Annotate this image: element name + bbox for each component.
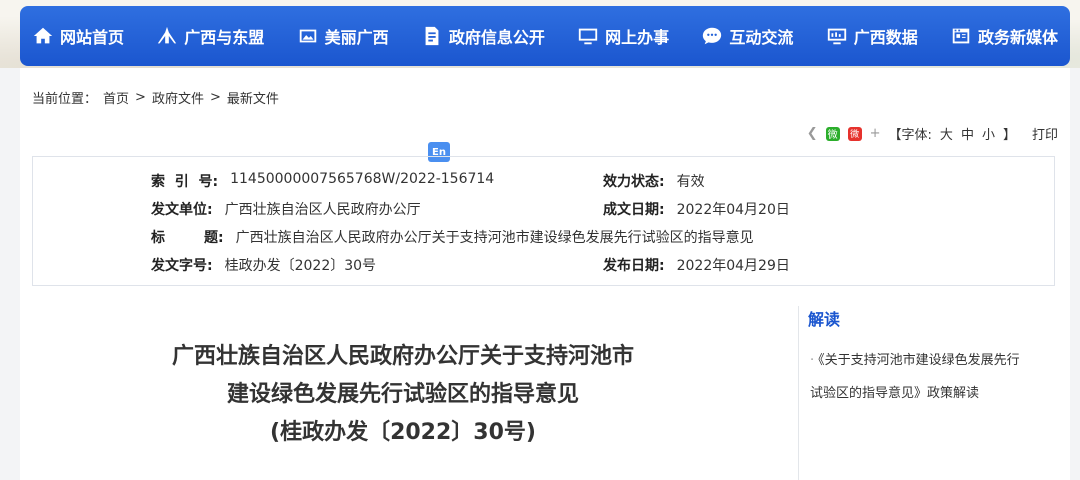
nav-item-new-media[interactable]: 政务新媒体 [950, 24, 1058, 48]
plus-icon[interactable]: + [870, 126, 881, 141]
sidebar-divider [798, 306, 799, 480]
print-button[interactable]: 打印 [1032, 124, 1058, 143]
document-title: 广西壮族自治区人民政府办公厅关于支持河池市 建设绿色发展先行试验区的指导意见 (… [32, 338, 774, 452]
meta-docno-label: 发文字号: [151, 258, 213, 274]
nav-item-asean[interactable]: 广西与东盟 [156, 24, 264, 48]
nav-item-data[interactable]: 广西数据 [826, 24, 918, 48]
bridge-icon [158, 26, 177, 44]
meta-docno: 发文字号: 桂政办发〔2022〕30号 [151, 255, 376, 275]
nav-item-label: 网站首页 [60, 28, 125, 47]
content-panel: 当前位置： 首页 > 政府文件 > 最新文件 ❮ 微 微 + 【字体: 大 中 … [20, 68, 1070, 480]
article-tools: ❮ 微 微 + 【字体: 大 中 小 】 打印 [807, 124, 1058, 143]
nav-item-label: 广西与东盟 [184, 28, 265, 47]
nav-item-label: 广西数据 [853, 28, 918, 47]
weibo-share-icon[interactable]: 微 [847, 126, 862, 141]
breadcrumb: 当前位置： 首页 > 政府文件 > 最新文件 [32, 88, 279, 107]
interpretation-heading: 解读 [808, 310, 841, 329]
document-title-line: 建设绿色发展先行试验区的指导意见 [226, 382, 579, 407]
monitor-icon [578, 28, 598, 45]
chart-icon [827, 28, 846, 45]
header: 网站首页 广西与东盟 美丽广西 政府信息公开 网上办事 互动交流 广西数据 政务… [0, 0, 1080, 68]
font-size-medium[interactable]: 中 [961, 124, 974, 143]
breadcrumb-separator: > [135, 90, 146, 105]
meta-published-value: 2022年04月29日 [676, 258, 790, 274]
breadcrumb-home-link[interactable]: 首页 [103, 88, 129, 107]
meta-status-label: 效力状态: [603, 174, 665, 190]
nav-item-label: 互动交流 [729, 28, 794, 47]
meta-created-label: 成文日期: [603, 202, 665, 218]
meta-issuer-value: 广西壮族自治区人民政府办公厅 [224, 202, 421, 218]
meta-docno-value: 桂政办发〔2022〕30号 [224, 258, 377, 274]
breadcrumb-gov-docs-link[interactable]: 政府文件 [152, 88, 204, 107]
chat-icon [703, 27, 722, 45]
meta-published-label: 发布日期: [603, 258, 665, 274]
meta-issuer: 发文单位: 广西壮族自治区人民政府办公厅 [151, 199, 421, 219]
meta-index-value: 11450000007565768W/2022-156714 [230, 171, 495, 187]
font-size-large[interactable]: 大 [940, 124, 953, 143]
share-icon[interactable]: ❮ [807, 126, 818, 141]
nav-item-info-disclosure[interactable]: 政府信息公开 [421, 24, 545, 48]
meta-created-value: 2022年04月20日 [676, 202, 790, 218]
meta-status: 效力状态: 有效 [603, 171, 705, 191]
meta-title-label: 标 题: [151, 230, 224, 246]
breadcrumb-separator: > [209, 90, 221, 105]
media-icon [952, 28, 970, 44]
meta-status-value: 有效 [676, 174, 705, 190]
document-metadata: 索 引 号: 11450000007565768W/2022-156714 效力… [32, 156, 1055, 286]
meta-title: 标 题: 广西壮族自治区人民政府办公厅关于支持河池市建设绿色发展先行试验区的指导… [151, 227, 754, 247]
font-size-label: 【字体: [888, 128, 932, 143]
nav-item-label: 政府信息公开 [448, 28, 545, 47]
nav-item-interaction[interactable]: 互动交流 [701, 24, 793, 48]
nav-item-home[interactable]: 网站首页 [32, 24, 124, 48]
breadcrumb-latest-docs-link[interactable]: 最新文件 [227, 88, 279, 107]
meta-index: 索 引 号: 11450000007565768W/2022-156714 [151, 171, 494, 191]
interpretation-link[interactable]: · 《关于支持河池市建设绿色发展先行试验区的指导意见》政策解读 [810, 344, 1030, 410]
document-title-line: 广西壮族自治区人民政府办公厅关于支持河池市 [171, 344, 634, 369]
meta-title-value: 广西壮族自治区人民政府办公厅关于支持河池市建设绿色发展先行试验区的指导意见 [235, 230, 754, 246]
nav-item-label: 网上办事 [605, 28, 670, 47]
meta-published: 发布日期: 2022年04月29日 [603, 255, 790, 275]
interpretation-link-text: 《关于支持河池市建设绿色发展先行试验区的指导意见》政策解读 [810, 353, 1020, 401]
meta-created: 成文日期: 2022年04月20日 [603, 199, 790, 219]
font-size-small[interactable]: 小 [982, 124, 995, 143]
document-icon [425, 26, 439, 46]
breadcrumb-prefix: 当前位置： [32, 92, 98, 107]
nav-item-beautiful-guangxi[interactable]: 美丽广西 [297, 24, 389, 48]
nav-item-label: 美丽广西 [324, 28, 389, 47]
meta-index-label: 索 引 号: [151, 174, 219, 190]
main-nav: 网站首页 广西与东盟 美丽广西 政府信息公开 网上办事 互动交流 广西数据 政务… [20, 6, 1070, 66]
meta-issuer-label: 发文单位: [151, 202, 213, 218]
document-title-docno: (桂政办发〔2022〕30号) [270, 420, 536, 445]
landscape-icon [299, 29, 316, 43]
font-size-close: 】 [1002, 128, 1016, 143]
nav-item-label: 政务新媒体 [977, 28, 1058, 47]
nav-item-online-services[interactable]: 网上办事 [577, 24, 669, 48]
home-icon [33, 27, 53, 44]
wechat-share-icon[interactable]: 微 [825, 126, 840, 141]
bullet-icon: · [810, 353, 815, 368]
